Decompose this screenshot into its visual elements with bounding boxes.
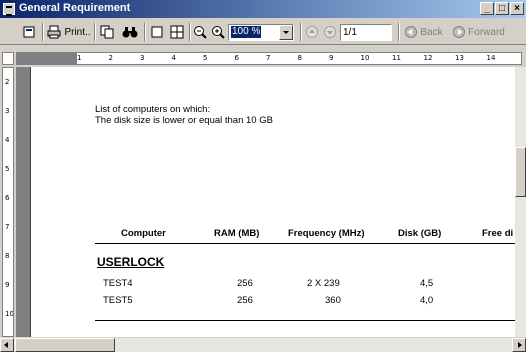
ruler-number: 10 — [360, 54, 370, 62]
horizontal-ruler: 1 2 3 4 5 6 7 8 9 10 11 12 13 14 — [16, 52, 522, 65]
ruler-number: 14 — [486, 54, 496, 62]
ruler-number: 4 — [5, 136, 10, 144]
page-setup-icon[interactable] — [20, 23, 38, 41]
back-label: Back — [420, 26, 443, 38]
preview-area: List of computers on which: The disk siz… — [16, 67, 515, 337]
back-button[interactable]: Back — [402, 23, 446, 41]
back-arrow-icon — [405, 26, 418, 38]
maximize-button[interactable]: □ — [495, 2, 509, 15]
report-page: List of computers on which: The disk siz… — [30, 67, 515, 337]
multi-page-icon[interactable] — [168, 23, 186, 41]
find-binoculars-icon[interactable] — [120, 23, 140, 41]
ruler-number: 8 — [5, 252, 10, 260]
table-cell-disk: 4,5 — [420, 278, 434, 289]
copy-icon[interactable] — [98, 23, 116, 41]
table-cell-ram: 256 — [237, 295, 253, 306]
zoom-value: 100 % — [231, 26, 262, 38]
ruler-number: 12 — [423, 54, 433, 62]
ruler-number: 6 — [5, 194, 10, 202]
intro-line-1: List of computers on which: — [95, 104, 211, 115]
table-cell-ram: 256 — [237, 278, 253, 289]
column-header-disk: Disk (GB) — [398, 228, 442, 239]
print-label: Print.. — [64, 26, 91, 38]
table-cell-computer: TEST4 — [103, 278, 133, 289]
single-page-icon[interactable] — [148, 23, 166, 41]
ruler-number: 8 — [297, 54, 302, 62]
page-number-field[interactable]: 1/1 — [340, 24, 392, 41]
table-cell-frequency: 2 X 239 — [307, 278, 340, 289]
table-cell-computer: TEST5 — [103, 295, 133, 306]
ruler-number: 5 — [5, 165, 10, 173]
ruler-number: 13 — [455, 54, 464, 62]
table-cell-frequency: 360 — [325, 295, 341, 306]
ruler-number: 9 — [5, 281, 10, 289]
footer-rule — [95, 320, 515, 321]
forward-arrow-icon — [453, 26, 466, 38]
ruler-corner — [2, 52, 14, 65]
title-bar: General Requirement _ □ × — [0, 0, 526, 18]
scroll-left-icon[interactable] — [0, 338, 14, 352]
column-header-free-disk: Free di — [482, 228, 514, 239]
group-heading: USERLOCK — [97, 255, 165, 269]
horizontal-scroll-thumb[interactable] — [15, 338, 115, 352]
previous-page-icon[interactable] — [304, 23, 320, 41]
vertical-scrollbar[interactable] — [515, 67, 526, 337]
header-rule — [95, 243, 515, 244]
ruler-number: 2 — [108, 54, 113, 62]
ruler-number: 11 — [392, 54, 401, 62]
next-page-icon[interactable] — [322, 23, 338, 41]
print-button[interactable]: Print.. — [46, 23, 92, 41]
ruler-number: 4 — [171, 54, 176, 62]
intro-line-2: The disk size is lower or equal than 10 … — [95, 115, 273, 126]
ruler-number: 1 — [77, 54, 82, 62]
printer-icon — [47, 25, 61, 39]
ruler-number: 2 — [5, 78, 10, 86]
minimize-button[interactable]: _ — [480, 2, 494, 15]
column-header-frequency: Frequency (MHz) — [288, 228, 365, 239]
ruler-number: 7 — [5, 223, 10, 231]
ruler-number: 6 — [234, 54, 239, 62]
zoom-select[interactable]: 100 % — [228, 24, 294, 41]
ruler-number: 3 — [5, 107, 10, 115]
forward-label: Forward — [468, 26, 505, 38]
scroll-right-icon[interactable] — [512, 338, 526, 352]
ruler-number: 9 — [329, 54, 334, 62]
toolbar: Print.. 100 % 1/1 Back Forward — [0, 19, 526, 45]
window-title: General Requirement — [19, 2, 131, 14]
vertical-ruler: 2 3 4 5 6 7 8 9 10 — [2, 67, 14, 337]
ruler-number: 5 — [203, 54, 208, 62]
app-icon — [3, 3, 15, 16]
zoom-out-icon[interactable] — [192, 23, 208, 41]
table-cell-disk: 4,0 — [420, 295, 434, 306]
chevron-down-icon[interactable] — [279, 25, 293, 40]
vertical-scroll-thumb[interactable] — [515, 147, 526, 197]
report-intro: List of computers on which: The disk siz… — [95, 104, 273, 126]
ruler-number: 3 — [140, 54, 145, 62]
forward-button[interactable]: Forward — [450, 23, 508, 41]
ruler-number: 10 — [5, 310, 14, 318]
close-button[interactable]: × — [510, 2, 524, 15]
column-header-computer: Computer — [121, 228, 166, 239]
zoom-in-icon[interactable] — [210, 23, 226, 41]
ruler-number: 7 — [266, 54, 271, 62]
horizontal-scrollbar[interactable] — [0, 338, 526, 352]
column-header-ram: RAM (MB) — [214, 228, 260, 239]
